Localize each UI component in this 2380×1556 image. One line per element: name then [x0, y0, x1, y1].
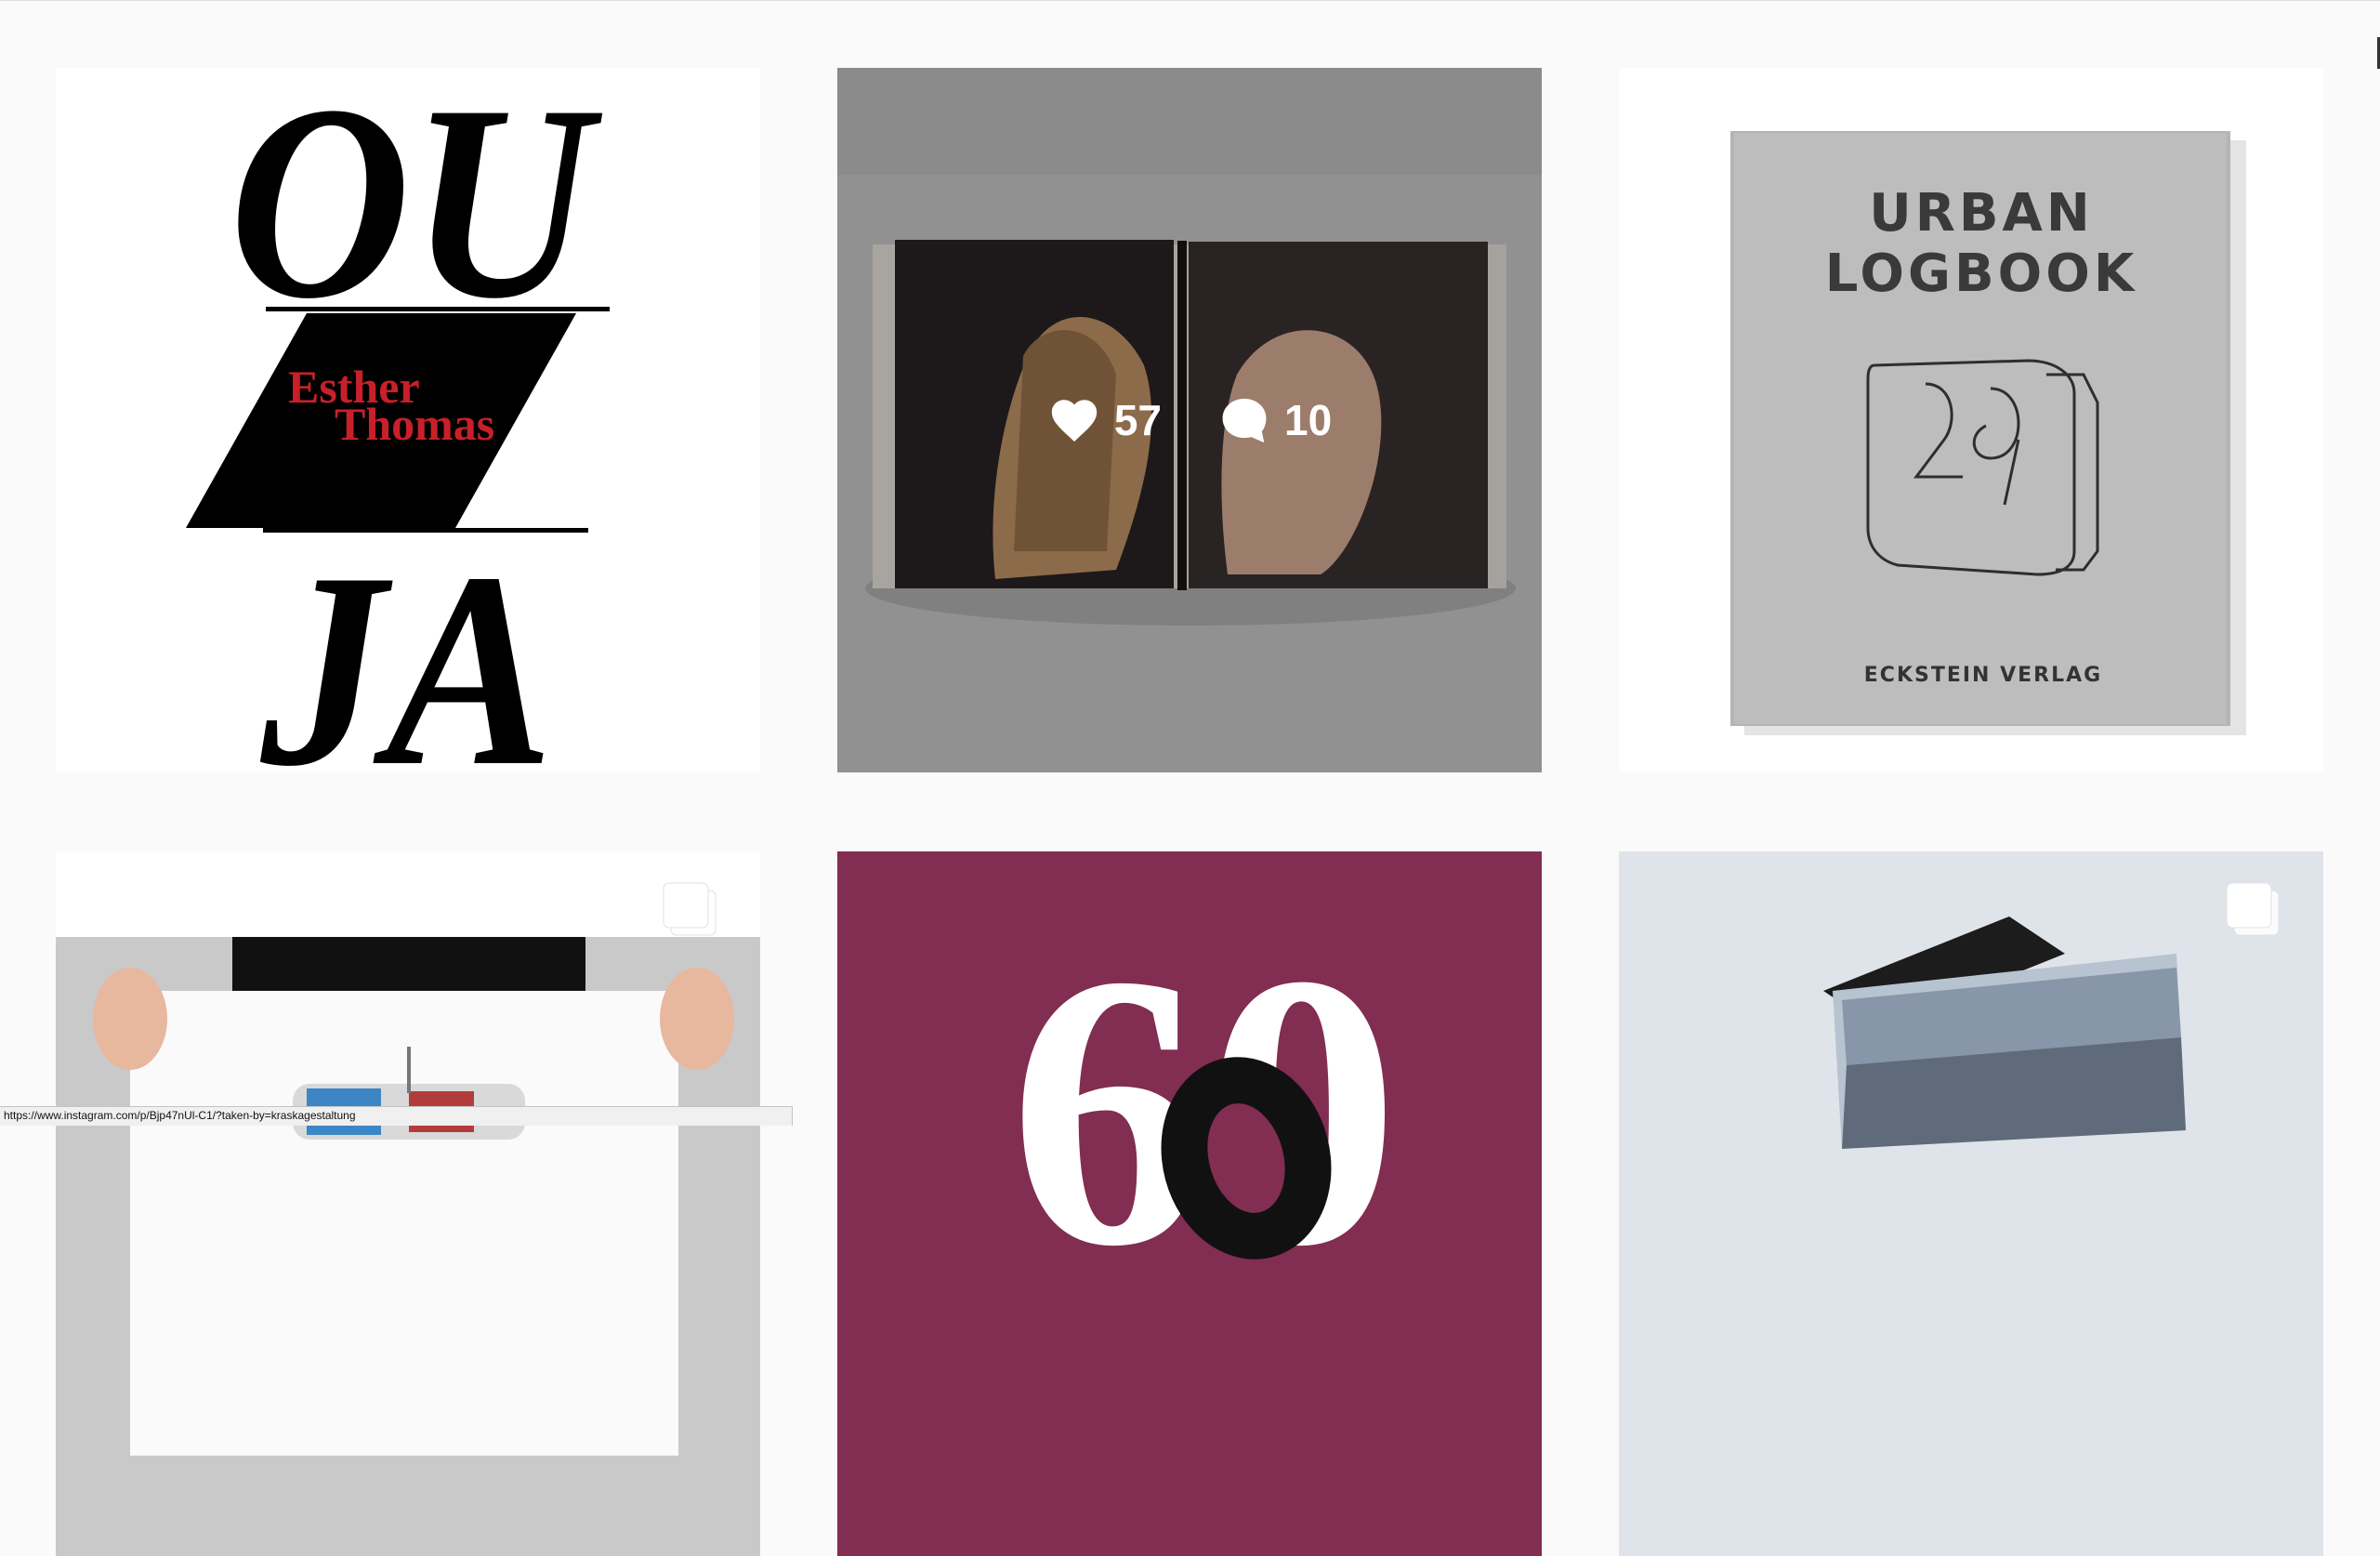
carousel-icon: [2223, 879, 2284, 941]
poster-person-image: [56, 851, 760, 1556]
post-tile-urban-logbook[interactable]: URBAN LOGBOOK ECKSTEIN VERLAG: [1619, 68, 2323, 772]
cover-title-line-1: URBAN: [1869, 183, 2093, 244]
poster-word-top: OU: [230, 68, 603, 356]
poster-word-bottom: JA: [256, 515, 553, 772]
comments-stat: 10: [1217, 393, 1332, 447]
carousel-icon: [660, 879, 721, 941]
post-tile-open-book[interactable]: 57 10: [837, 68, 1542, 772]
post-tile-ou-ja[interactable]: OU JA Esther Thomas: [56, 68, 760, 772]
magazine-image: [1619, 851, 2323, 1556]
post-tile-poster-person[interactable]: [56, 851, 760, 1556]
heart-icon: [1051, 400, 1097, 442]
cover-title-line-2: LOGBOOK: [1825, 244, 2138, 304]
link-status-bar: https://www.instagram.com/p/Bjp47nUl-C1/…: [0, 1106, 793, 1126]
ou-ja-poster-image: OU JA Esther Thomas: [56, 68, 760, 772]
post-tile-sixty[interactable]: 60: [837, 851, 1542, 1556]
top-divider: [0, 0, 2380, 1]
hover-overlay: 57 10: [837, 68, 1542, 772]
likes-count: 57: [1113, 396, 1162, 444]
post-tile-magazine[interactable]: [1619, 851, 2323, 1556]
urban-logbook-image: URBAN LOGBOOK ECKSTEIN VERLAG: [1619, 68, 2323, 772]
likes-stat: 57: [1047, 393, 1162, 447]
cover-publisher: ECKSTEIN VERLAG: [1864, 664, 2102, 687]
speech-bubble-icon: [1222, 399, 1267, 443]
poster-name-last: Thomas: [335, 398, 494, 450]
sixty-image: 60: [837, 851, 1542, 1556]
comments-count: 10: [1284, 396, 1333, 444]
